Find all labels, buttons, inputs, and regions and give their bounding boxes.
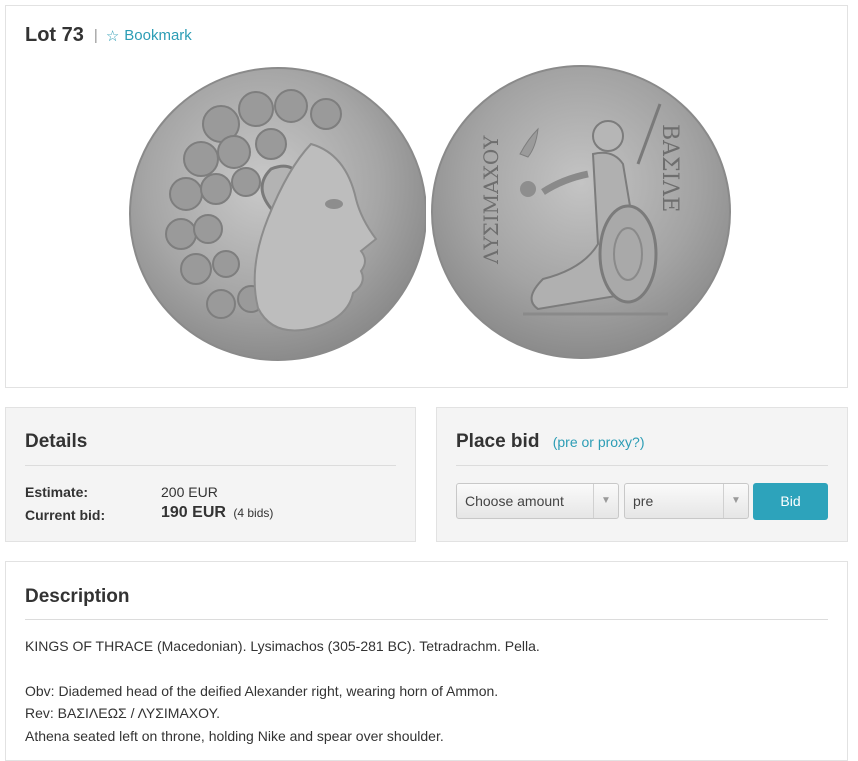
- current-bid-value: 190 EUR: [161, 504, 226, 521]
- lot-title: Lot 73: [25, 24, 84, 46]
- lot-header: Lot 73 | ☆ Bookmark: [25, 24, 192, 47]
- bookmark-link[interactable]: ☆ Bookmark: [106, 27, 192, 45]
- current-bid-label: Current bid:: [25, 507, 106, 523]
- estimate-label: Estimate:: [25, 484, 89, 500]
- details-title: Details: [25, 431, 88, 452]
- place-bid-divider: [456, 465, 828, 466]
- place-bid-panel: Place bid (pre or proxy?) Choose amount …: [436, 407, 848, 542]
- pre-or-proxy-link[interactable]: (pre or proxy?): [553, 434, 645, 450]
- details-panel: Details Estimate: 200 EUR Current bid: 1…: [5, 407, 416, 542]
- lot-image-panel: Lot 73 | ☆ Bookmark ΒΑΣΙΛΕ ΛΥΣΙΜΑΧΟΥ: [5, 5, 848, 388]
- description-line: Athena seated left on throne, holding Ni…: [25, 728, 444, 744]
- estimate-value: 200 EUR: [161, 484, 218, 500]
- description-title: Description: [25, 586, 130, 607]
- coin-reverse-image[interactable]: ΒΑΣΙΛΕ ΛΥΣΙΜΑΧΟΥ: [428, 64, 734, 364]
- chevron-down-icon: ▼: [593, 484, 618, 518]
- header-separator: |: [93, 27, 98, 44]
- chevron-down-icon: ▼: [723, 484, 748, 518]
- bookmark-label: Bookmark: [124, 27, 192, 44]
- bid-mode-select-value: pre: [633, 493, 654, 509]
- star-outline-icon: ☆: [105, 27, 120, 45]
- place-bid-header: Place bid (pre or proxy?): [456, 431, 645, 453]
- coin-obverse-image[interactable]: [126, 64, 426, 364]
- description-line: Rev: ΒΑΣΙΛΕΩΣ / ΛΥΣΙΜΑΧΟΥ.: [25, 705, 221, 721]
- svg-text:ΒΑΣΙΛΕ: ΒΑΣΙΛΕ: [657, 124, 682, 212]
- place-bid-title: Place bid: [456, 431, 540, 452]
- bids-count: (4 bids): [233, 506, 274, 520]
- details-divider: [25, 465, 396, 466]
- description-line: Obv: Diademed head of the deified Alexan…: [25, 683, 499, 699]
- description-panel: Description KINGS OF THRACE (Macedonian)…: [5, 561, 848, 761]
- description-divider: [25, 619, 828, 620]
- amount-select[interactable]: Choose amount ▼: [456, 483, 619, 519]
- bid-mode-select[interactable]: pre ▼: [624, 483, 749, 519]
- description-line: KINGS OF THRACE (Macedonian). Lysimachos…: [25, 638, 540, 654]
- current-bid: 190 EUR (4 bids): [161, 504, 273, 522]
- bid-button[interactable]: Bid: [753, 483, 828, 520]
- svg-text:ΛΥΣΙΜΑΧΟΥ: ΛΥΣΙΜΑΧΟΥ: [479, 135, 503, 265]
- amount-select-value: Choose amount: [465, 493, 564, 509]
